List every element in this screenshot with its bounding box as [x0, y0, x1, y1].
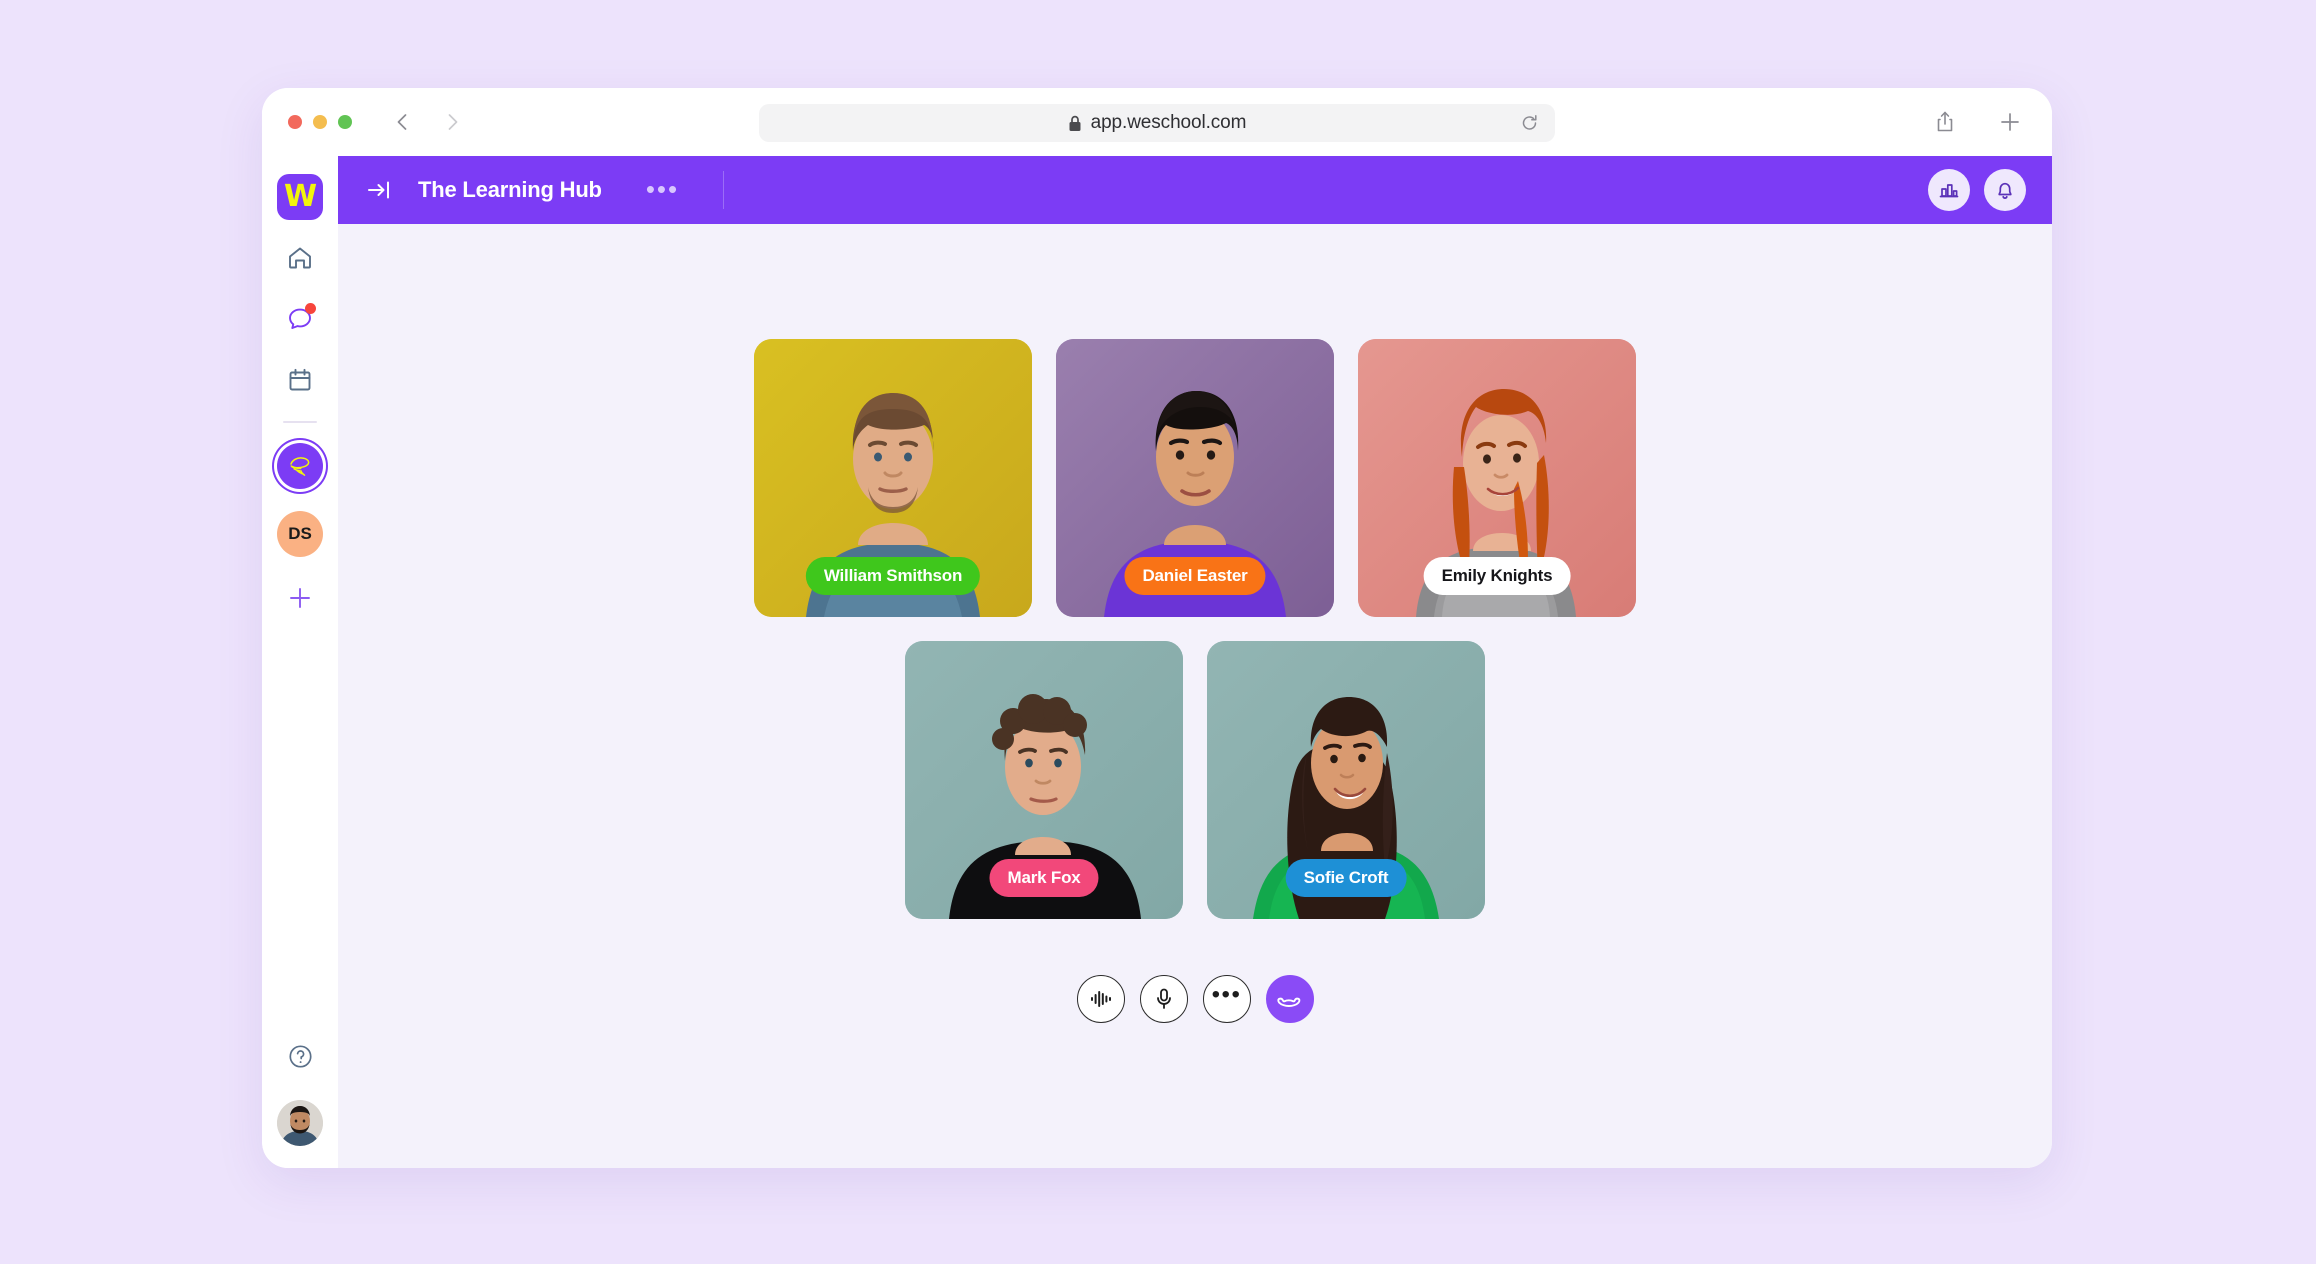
participant-name-chip: Emily Knights: [1423, 557, 1571, 595]
weschool-logo-letter: W: [283, 179, 317, 214]
app-body: W DS The Learning Hub ••• William Smiths…: [262, 156, 2052, 1168]
audio-levels-button[interactable]: [1076, 975, 1125, 1023]
audio-waveform-icon: [1089, 989, 1113, 1009]
end-call-button[interactable]: [1265, 975, 1314, 1023]
participant-tile[interactable]: Emily Knights: [1358, 339, 1636, 617]
hang-up-icon: [1276, 989, 1304, 1009]
microphone-icon: [1154, 987, 1174, 1011]
main-column: The Learning Hub ••• William Smithson Da…: [338, 156, 2052, 1168]
call-stage: William Smithson Daniel Easter Emily Kni…: [338, 224, 2052, 1168]
microphone-button[interactable]: [1139, 975, 1188, 1023]
share-icon[interactable]: [1934, 110, 1956, 134]
maximize-window-button[interactable]: [338, 115, 352, 129]
sidebar-item-home[interactable]: [277, 235, 323, 281]
collapse-sidebar-icon[interactable]: [366, 179, 392, 201]
sidebar-item-learning-hub[interactable]: [277, 443, 323, 489]
participant-tile[interactable]: Daniel Easter: [1056, 339, 1334, 617]
participant-name-chip: William Smithson: [805, 557, 981, 595]
left-rail: W DS: [262, 156, 338, 1168]
ds-group-initials: DS: [288, 524, 312, 543]
participant-tile[interactable]: William Smithson: [754, 339, 1032, 617]
header-more-menu[interactable]: •••: [646, 177, 679, 202]
participant-row-2: Mark Fox Sofie Croft: [905, 641, 1485, 919]
home-icon: [286, 244, 314, 272]
participant-name-chip: Daniel Easter: [1124, 557, 1266, 595]
bar-chart-icon: [1938, 179, 1960, 201]
participant-tile[interactable]: Mark Fox: [905, 641, 1183, 919]
participant-name-chip: Sofie Croft: [1285, 859, 1407, 897]
reload-icon[interactable]: [1520, 114, 1539, 133]
sidebar-item-chat[interactable]: [277, 296, 323, 342]
user-avatar[interactable]: [277, 1100, 323, 1146]
close-window-button[interactable]: [288, 115, 302, 129]
forward-arrow-icon[interactable]: [441, 111, 463, 133]
chat-unread-badge: [305, 303, 316, 314]
add-group-button[interactable]: [277, 575, 323, 621]
avatar-photo: [277, 1100, 323, 1146]
plus-icon: [287, 585, 313, 611]
header-actions: [1928, 169, 2026, 211]
sidebar-item-calendar[interactable]: [277, 357, 323, 403]
help-circle-icon: [287, 1043, 314, 1070]
back-arrow-icon[interactable]: [392, 111, 414, 133]
browser-chrome-actions: [1934, 110, 2022, 134]
more-options-button[interactable]: •••: [1202, 975, 1251, 1023]
weschool-logo[interactable]: W: [277, 174, 323, 220]
participant-name-chip: Mark Fox: [989, 859, 1099, 897]
bell-icon: [1994, 179, 2016, 201]
sidebar-item-ds-group[interactable]: DS: [277, 511, 323, 557]
lock-icon: [1068, 115, 1082, 132]
browser-chrome: app.weschool.com: [262, 88, 2052, 156]
calendar-icon: [287, 367, 313, 393]
participant-tile[interactable]: Sofie Croft: [1207, 641, 1485, 919]
app-header: The Learning Hub •••: [338, 156, 2052, 224]
call-controls: •••: [1076, 975, 1314, 1023]
plus-icon[interactable]: [1998, 110, 2022, 134]
learning-hub-squiggle-icon: [283, 449, 317, 483]
address-bar[interactable]: app.weschool.com: [759, 104, 1555, 142]
window-traffic-lights: [288, 115, 352, 129]
header-divider: [723, 171, 725, 209]
minimize-window-button[interactable]: [313, 115, 327, 129]
browser-nav-arrows: [392, 111, 463, 133]
rail-divider: [283, 421, 317, 423]
participant-row-1: William Smithson Daniel Easter Emily Kni…: [754, 339, 1636, 617]
notifications-button[interactable]: [1984, 169, 2026, 211]
url-text: app.weschool.com: [1090, 112, 1247, 133]
analytics-button[interactable]: [1928, 169, 1970, 211]
browser-window: app.weschool.com W DS The Learning Hub •…: [262, 88, 2052, 1168]
help-button[interactable]: [280, 1036, 320, 1076]
page-title: The Learning Hub: [418, 177, 602, 202]
